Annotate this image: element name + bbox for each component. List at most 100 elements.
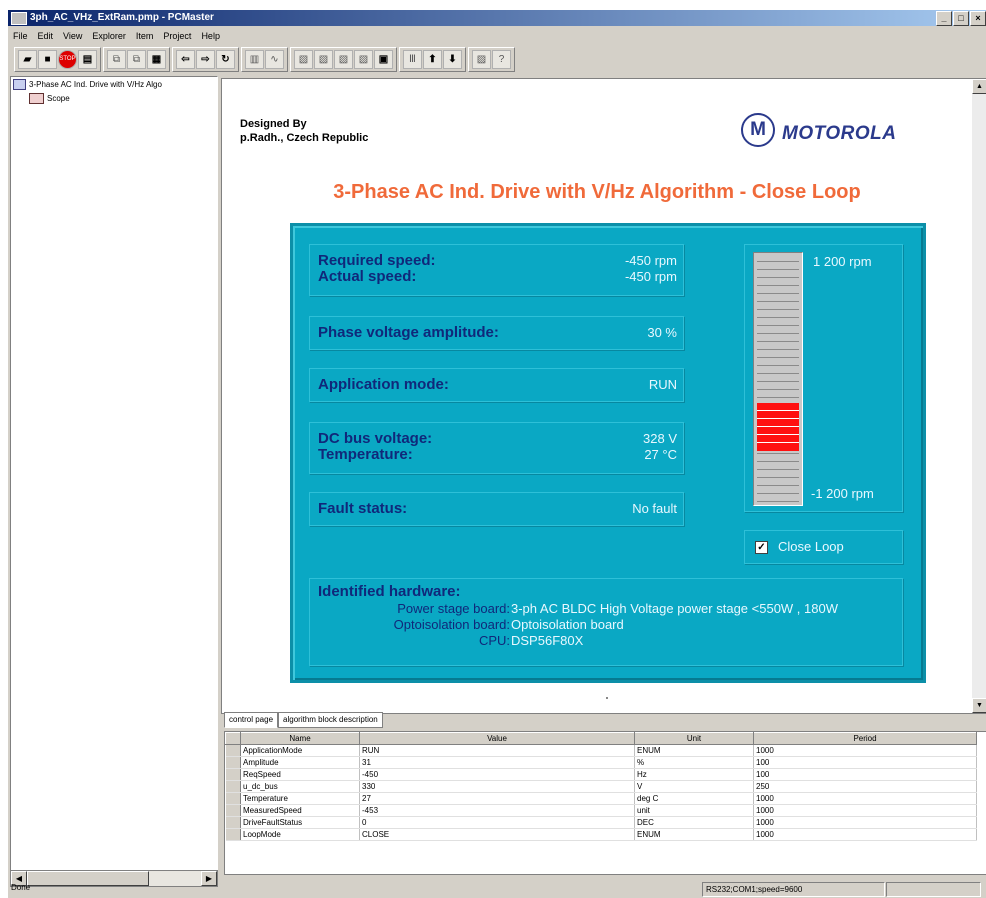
- gauge-tick: [757, 397, 799, 398]
- scroll-up-icon[interactable]: ▲: [972, 79, 986, 94]
- title-bar: 3ph_AC_VHz_ExtRam.pmp - PCMaster _ □ ×: [8, 10, 986, 26]
- refresh-icon[interactable]: ↻: [216, 49, 235, 69]
- tool-icon-a[interactable]: ▧: [294, 49, 313, 69]
- save-icon[interactable]: ■: [38, 49, 57, 69]
- gauge-tick: [757, 461, 799, 462]
- phase-voltage-value: 30 %: [647, 325, 677, 340]
- help-icon[interactable]: ?: [492, 49, 511, 69]
- column-header-unit[interactable]: Unit: [634, 732, 754, 745]
- motorola-logo-icon: M: [741, 113, 775, 147]
- paste-icon[interactable]: ⧉: [127, 49, 146, 69]
- gauge-tick: [757, 501, 799, 502]
- actual-speed-label: Actual speed:: [318, 268, 417, 285]
- menu-explorer[interactable]: Explorer: [87, 31, 131, 41]
- stop-icon[interactable]: STOP: [58, 49, 77, 69]
- row-header[interactable]: [225, 792, 241, 805]
- close-loop-box: ✓ Close Loop: [744, 530, 903, 564]
- table-row[interactable]: ReqSpeed -450 Hz 100: [225, 768, 977, 781]
- tool-icon-b[interactable]: ▧: [314, 49, 333, 69]
- tree-item-scope-label: Scope: [47, 94, 70, 103]
- tool-icon-c[interactable]: ▧: [334, 49, 353, 69]
- cell-unit: %: [634, 756, 754, 769]
- cell-period: 100: [753, 756, 977, 769]
- app-mode-label: Application mode:: [318, 376, 449, 393]
- copy-icon[interactable]: ⧉: [107, 49, 126, 69]
- gauge-tick: [757, 373, 799, 374]
- window-title: 3ph_AC_VHz_ExtRam.pmp - PCMaster: [30, 12, 214, 23]
- menu-help[interactable]: Help: [196, 31, 225, 41]
- menu-edit[interactable]: Edit: [33, 31, 59, 41]
- about-icon[interactable]: ▨: [472, 49, 491, 69]
- power-stage-label: Power stage board:: [397, 601, 510, 616]
- table-row[interactable]: ApplicationMode RUN ENUM 1000: [225, 744, 977, 757]
- gauge-tick: [757, 469, 799, 470]
- column-header-period[interactable]: Period: [753, 732, 977, 745]
- row-header[interactable]: [225, 756, 241, 769]
- menu-project[interactable]: Project: [158, 31, 196, 41]
- properties-icon[interactable]: ▤: [78, 49, 97, 69]
- cell-value: RUN: [359, 744, 635, 757]
- back-icon[interactable]: ⇦: [176, 49, 195, 69]
- close-button[interactable]: ×: [970, 11, 986, 26]
- cell-name: u_dc_bus: [240, 780, 360, 793]
- table-row[interactable]: MeasuredSpeed -453 unit 1000: [225, 804, 977, 817]
- menu-view[interactable]: View: [58, 31, 87, 41]
- status-bar: Done RS232;COM1;speed=9600: [8, 880, 986, 898]
- gauge-tick: [757, 349, 799, 350]
- optoisolation-value: Optoisolation board: [511, 617, 624, 632]
- table-row[interactable]: LoopMode CLOSE ENUM 1000: [225, 828, 977, 841]
- row-header[interactable]: [225, 780, 241, 793]
- table-row[interactable]: Temperature 27 deg C 1000: [225, 792, 977, 805]
- open-icon[interactable]: ▰: [18, 49, 37, 69]
- tree-item-scope[interactable]: Scope: [29, 93, 70, 104]
- menu-item[interactable]: Item: [131, 31, 159, 41]
- gauge-min-label: -1 200 rpm: [811, 486, 874, 501]
- cell-value: 0: [359, 816, 635, 829]
- gauge-tick: [757, 309, 799, 310]
- tool-icon-e[interactable]: ▣: [374, 49, 393, 69]
- page-vertical-scrollbar[interactable]: ▲ ▼: [972, 79, 986, 713]
- phase-voltage-label: Phase voltage amplitude:: [318, 324, 499, 341]
- up-arrow-icon[interactable]: ⬆: [423, 49, 442, 69]
- tool-icon-d[interactable]: ▧: [354, 49, 373, 69]
- row-header[interactable]: [225, 816, 241, 829]
- row-header[interactable]: [225, 804, 241, 817]
- temperature-label: Temperature:: [318, 446, 413, 463]
- row-header[interactable]: [225, 828, 241, 841]
- scope-node-icon: [29, 93, 44, 104]
- columns-icon[interactable]: Ⅲ: [403, 49, 422, 69]
- cell-name: Amplitude: [240, 756, 360, 769]
- view-icon[interactable]: ▥: [245, 49, 264, 69]
- close-loop-label: Close Loop: [778, 539, 844, 554]
- tree-root[interactable]: 3-Phase AC Ind. Drive with V/Hz Algo: [13, 79, 162, 90]
- table-row[interactable]: DriveFaultStatus 0 DEC 1000: [225, 816, 977, 829]
- minimize-button[interactable]: _: [936, 11, 952, 26]
- maximize-button[interactable]: □: [953, 11, 969, 26]
- required-speed-label: Required speed:: [318, 252, 436, 269]
- cell-period: 1000: [753, 816, 977, 829]
- toolbar: ▰ ■ STOP ▤ ⧉ ⧉ ▦ ⇦ ⇨ ↻ ▥ ∿ ▧ ▧ ▧ ▧ ▣ Ⅲ ⬆: [14, 46, 515, 72]
- scope-icon[interactable]: ∿: [265, 49, 284, 69]
- tab-algorithm-block-description[interactable]: algorithm block description: [278, 712, 383, 728]
- required-speed-value: -450 rpm: [624, 253, 677, 268]
- menu-file[interactable]: File: [8, 31, 33, 41]
- forward-icon[interactable]: ⇨: [196, 49, 215, 69]
- gauge-tick: [757, 477, 799, 478]
- row-header[interactable]: [225, 768, 241, 781]
- row-header[interactable]: [225, 744, 241, 757]
- print-icon[interactable]: ▦: [147, 49, 166, 69]
- tab-control-page[interactable]: control page: [224, 712, 279, 728]
- optoisolation-label: Optoisolation board:: [393, 617, 510, 632]
- table-row[interactable]: u_dc_bus 330 V 250: [225, 780, 977, 793]
- power-stage-value: 3-ph AC BLDC High Voltage power stage <5…: [511, 601, 838, 616]
- down-arrow-icon[interactable]: ⬇: [443, 49, 462, 69]
- column-header-name[interactable]: Name: [240, 732, 360, 745]
- cell-value: CLOSE: [359, 828, 635, 841]
- scroll-down-icon[interactable]: ▼: [972, 698, 986, 713]
- app-mode-box: Application mode: RUN: [309, 368, 684, 402]
- page-dot: [606, 697, 608, 699]
- table-row[interactable]: Amplitude 31% 100: [225, 756, 977, 769]
- column-header-value[interactable]: Value: [359, 732, 635, 745]
- cell-unit: deg C: [634, 792, 754, 805]
- close-loop-checkbox[interactable]: ✓: [755, 541, 768, 554]
